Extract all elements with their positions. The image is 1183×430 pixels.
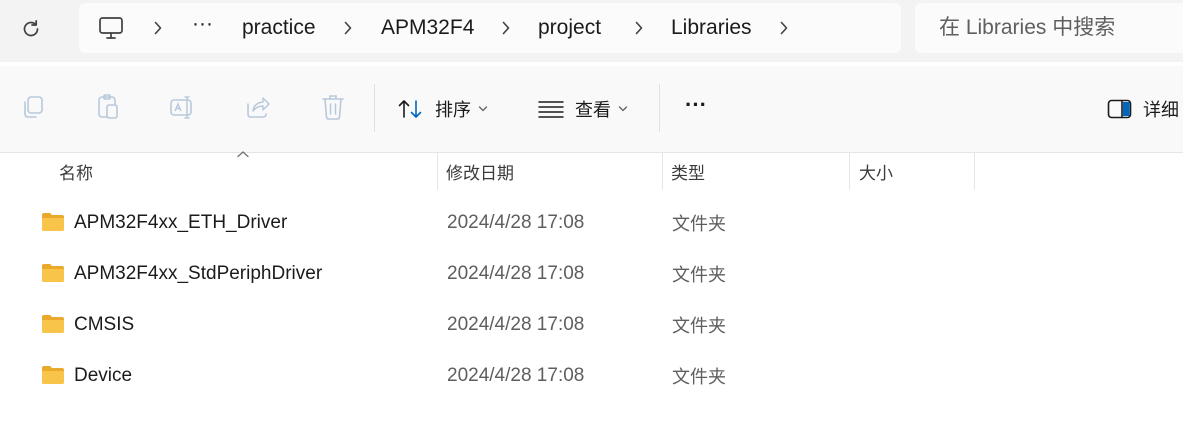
breadcrumb-separator[interactable] — [779, 3, 789, 53]
search-input[interactable] — [937, 15, 1183, 41]
details-label: 详细 — [1143, 100, 1179, 120]
file-name-text: APM32F4xx_StdPeriphDriver — [74, 263, 323, 284]
copy-icon — [24, 96, 43, 118]
sort-ascending-icon — [237, 151, 249, 158]
toolbar-divider — [374, 84, 375, 132]
chevron-right-icon — [502, 21, 510, 35]
address-bar-row: ··· practice APM32F4 project Libraries — [0, 0, 1183, 62]
sort-label: 排序 — [435, 100, 471, 120]
chevron-right-icon — [780, 21, 788, 35]
breadcrumb-separator[interactable] — [501, 3, 511, 53]
file-type: 文件夹 — [672, 316, 726, 336]
file-row[interactable]: Device 2024/4/28 17:08 文件夹 — [8, 353, 1168, 399]
toolbar-divider — [659, 84, 660, 132]
monitor-icon — [99, 17, 123, 39]
file-name[interactable]: APM32F4xx_StdPeriphDriver — [42, 251, 322, 297]
rename-button[interactable] — [169, 93, 197, 121]
more-options-button[interactable]: ··· — [685, 88, 707, 122]
column-modified[interactable]: 修改日期 — [446, 152, 514, 190]
column-divider[interactable] — [849, 152, 850, 190]
file-type: 文件夹 — [672, 265, 726, 285]
this-pc-button[interactable] — [98, 3, 124, 53]
file-name-text: APM32F4xx_ETH_Driver — [74, 212, 288, 233]
file-name[interactable]: Device — [42, 353, 132, 399]
file-modified: 2024/4/28 17:08 — [447, 365, 585, 386]
search-box[interactable] — [915, 3, 1183, 53]
refresh-icon — [23, 19, 39, 37]
column-divider[interactable] — [437, 152, 438, 190]
sort-button[interactable]: 排序 — [397, 92, 488, 126]
view-label: 查看 — [575, 100, 611, 120]
file-name[interactable]: APM32F4xx_ETH_Driver — [42, 200, 287, 246]
sort-icon — [398, 100, 422, 118]
column-name[interactable]: 名称 — [59, 152, 93, 190]
column-size[interactable]: 大小 — [859, 152, 893, 190]
breadcrumb-item-project[interactable]: project — [538, 3, 601, 53]
share-icon — [247, 97, 270, 118]
refresh-button[interactable] — [16, 14, 46, 44]
chevron-right-icon — [154, 21, 162, 35]
details-pane-icon — [1107, 99, 1132, 119]
details-pane-button[interactable]: 详细 — [1107, 92, 1179, 126]
file-row[interactable]: CMSIS 2024/4/28 17:08 文件夹 — [8, 302, 1168, 348]
column-type[interactable]: 类型 — [671, 152, 705, 190]
paste-icon — [98, 94, 118, 119]
view-button[interactable]: 查看 — [537, 92, 628, 126]
breadcrumb-item-apm32f4[interactable]: APM32F4 — [381, 3, 474, 53]
breadcrumb-separator[interactable] — [634, 3, 644, 53]
file-modified: 2024/4/28 17:08 — [447, 314, 585, 335]
file-type: 文件夹 — [672, 214, 726, 234]
view-list-icon — [538, 101, 564, 118]
copy-button[interactable] — [19, 93, 47, 121]
file-row[interactable]: APM32F4xx_ETH_Driver 2024/4/28 17:08 文件夹 — [8, 200, 1168, 246]
file-name-text: CMSIS — [74, 314, 135, 335]
chevron-down-icon — [618, 105, 628, 113]
breadcrumb-separator[interactable] — [343, 3, 353, 53]
chevron-right-icon — [635, 21, 643, 35]
breadcrumb-more-button[interactable]: ··· — [192, 0, 213, 49]
file-modified: 2024/4/28 17:08 — [447, 212, 585, 233]
breadcrumb-item-libraries[interactable]: Libraries — [671, 3, 752, 53]
share-button[interactable] — [244, 93, 272, 121]
chevron-right-icon — [344, 21, 352, 35]
file-modified: 2024/4/28 17:08 — [447, 263, 585, 284]
file-row[interactable]: APM32F4xx_StdPeriphDriver 2024/4/28 17:0… — [8, 251, 1168, 297]
file-type: 文件夹 — [672, 367, 726, 387]
breadcrumb-item-practice[interactable]: practice — [242, 3, 316, 53]
file-name[interactable]: CMSIS — [42, 302, 134, 348]
breadcrumb[interactable]: ··· practice APM32F4 project Libraries — [79, 3, 901, 53]
paste-button[interactable] — [94, 93, 122, 121]
column-divider[interactable] — [662, 152, 663, 190]
rename-icon — [170, 96, 192, 119]
column-header: 名称 修改日期 类型 大小 — [0, 151, 1183, 190]
trash-icon — [322, 95, 344, 120]
file-name-text: Device — [74, 365, 133, 386]
chevron-down-icon — [478, 105, 488, 113]
delete-button[interactable] — [319, 93, 347, 121]
breadcrumb-separator[interactable] — [153, 3, 163, 53]
command-bar: 排序 查看 ··· 详细 — [0, 66, 1183, 153]
column-divider[interactable] — [974, 152, 975, 190]
